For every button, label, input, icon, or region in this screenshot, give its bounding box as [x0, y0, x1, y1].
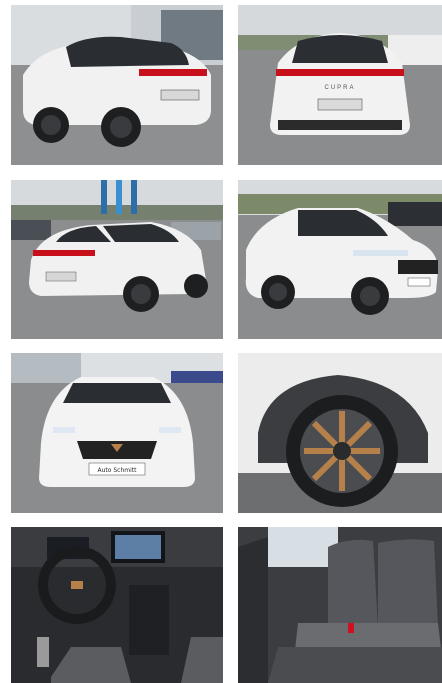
photo-wheel-closeup-image — [238, 353, 442, 513]
photo-dashboard-interior[interactable] — [11, 527, 223, 683]
photo-rear-straight[interactable]: CUPRA — [238, 5, 442, 165]
photo-rear-three-quarter-left[interactable] — [11, 5, 223, 165]
photo-rear-three-quarter-left-image — [11, 5, 223, 165]
dealer-plate-text: Auto Schmitt — [98, 467, 138, 474]
photo-front-straight[interactable]: Auto Schmitt — [11, 353, 223, 513]
photo-rear-three-quarter-right-image — [11, 180, 223, 339]
photo-wheel-closeup[interactable] — [238, 353, 442, 513]
photo-rear-seats-interior[interactable] — [238, 527, 442, 683]
photo-rear-seats-interior-image — [238, 527, 442, 683]
photo-front-three-quarter-right[interactable] — [238, 180, 442, 339]
photo-dashboard-interior-image — [11, 527, 223, 683]
photo-rear-straight-image: CUPRA — [238, 5, 442, 165]
photo-front-straight-image: Auto Schmitt — [11, 353, 223, 513]
rear-badge-text: CUPRA — [324, 85, 355, 91]
photo-front-three-quarter-right-image — [238, 180, 442, 339]
photo-rear-three-quarter-right[interactable] — [11, 180, 223, 339]
